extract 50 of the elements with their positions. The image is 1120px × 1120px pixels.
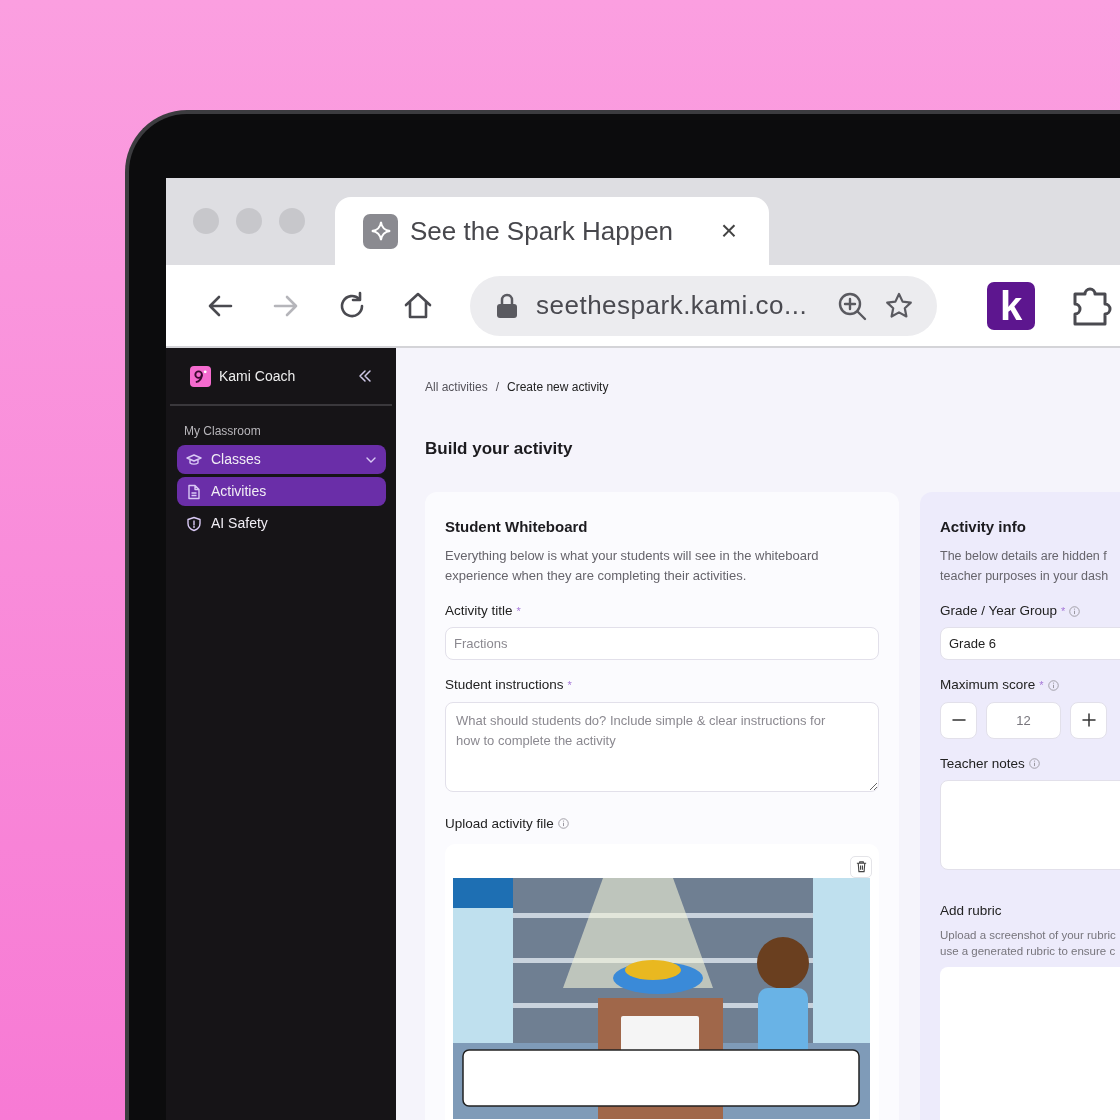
extension-button[interactable]: k <box>987 281 1035 330</box>
field-label: Student instructions <box>445 676 564 695</box>
lock-icon <box>496 292 518 319</box>
sidebar-item[interactable]: Activities <box>177 477 386 506</box>
breadcrumb-current: Create new activity <box>507 379 609 396</box>
required-mark: * <box>516 603 521 619</box>
number-field[interactable]: 12 <box>986 701 1061 739</box>
increase-button[interactable] <box>1070 701 1107 739</box>
card-title: Activity info <box>940 516 1027 537</box>
field-label: Teacher notes <box>940 754 1025 773</box>
field-label: Add rubric <box>940 901 1002 920</box>
required-mark: * <box>1039 678 1044 694</box>
delete-button[interactable] <box>850 855 872 878</box>
breadcrumb-link[interactable]: All activities <box>425 378 488 396</box>
app-name: Kami Coach <box>219 366 297 386</box>
rubric-description-line: use a generated rubric to ensure c <box>940 944 1117 959</box>
address-bar[interactable]: seethespark.kami.co... <box>470 275 937 336</box>
browser-tab[interactable]: See the Spark Happen × <box>335 197 769 265</box>
close-tab-button[interactable]: × <box>716 217 741 245</box>
section-label: My Classroom <box>183 423 262 440</box>
url-text: seethespark.kami.co... <box>536 289 809 322</box>
field-label: Upload activity file <box>445 814 554 833</box>
text-input[interactable]: Fractions <box>445 627 879 661</box>
breadcrumb-separator: / <box>495 379 500 396</box>
sidebar-item[interactable]: AI Safety <box>177 509 386 538</box>
sidebar-item[interactable]: Classes <box>177 445 386 474</box>
document-icon <box>186 483 202 500</box>
app-logo-icon <box>190 365 211 387</box>
field-label: Grade / Year Group <box>940 602 1058 620</box>
sparkle-icon <box>363 213 398 249</box>
tab-title: See the Spark Happen <box>410 214 675 248</box>
required-mark: * <box>1061 603 1066 619</box>
rubric-description-line: Upload a screenshot of your rubric <box>940 928 1117 943</box>
shield-icon <box>186 515 202 532</box>
field-label: Activity title <box>445 602 513 620</box>
text-area[interactable]: What should students do? Include simple & clear instructions for how to complete the activity <box>445 701 879 792</box>
required-mark: * <box>567 678 572 694</box>
star-icon[interactable] <box>885 291 913 320</box>
zoom-in-icon[interactable] <box>837 290 867 321</box>
card-description: Everything below is what your students will see in the whiteboard experience when they are completing their activities. <box>445 547 820 585</box>
field-label: Maximum score <box>940 676 1036 695</box>
plus-icon <box>1081 713 1096 727</box>
collapse-icon[interactable] <box>358 369 372 383</box>
graduation-cap-icon <box>186 451 202 468</box>
page-title: Build your activity <box>425 438 574 460</box>
card-title: Student Whiteboard <box>445 516 589 537</box>
card-description-line: teacher purposes in your dash <box>940 568 1110 585</box>
select-field[interactable]: Grade 6 <box>940 627 1120 661</box>
card-description-line: The below details are hidden f <box>940 548 1108 565</box>
trash-icon <box>854 860 868 874</box>
